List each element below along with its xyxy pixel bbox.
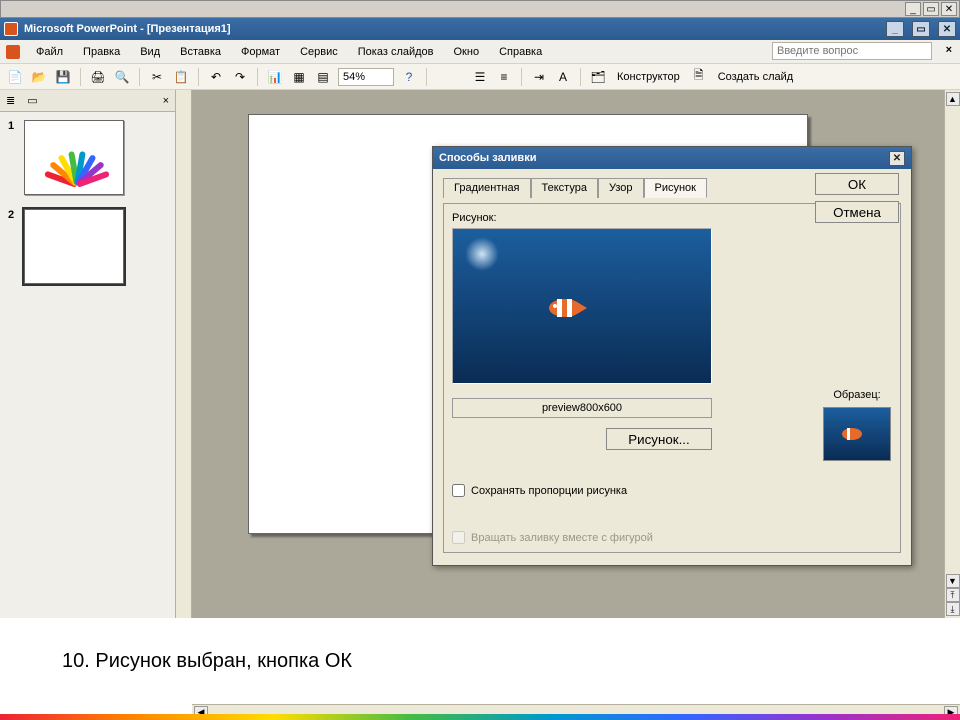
tables-grid-icon[interactable]: ▤	[314, 68, 332, 86]
font-size-up-icon[interactable]: A	[554, 68, 572, 86]
window-minimize-button[interactable]: _	[886, 21, 904, 37]
lock-aspect-checkbox[interactable]: Сохранять пропорции рисунка	[452, 484, 892, 497]
menu-window[interactable]: Окно	[446, 43, 488, 61]
scroll-down-icon[interactable]: ▼	[946, 574, 960, 588]
tab-pattern[interactable]: Узор	[598, 178, 644, 198]
menu-slideshow[interactable]: Показ слайдов	[350, 43, 442, 61]
menu-format[interactable]: Формат	[233, 43, 288, 61]
sample-swatch	[823, 407, 891, 461]
menu-insert[interactable]: Вставка	[172, 43, 229, 61]
tab-outline[interactable]: ≣	[6, 94, 15, 107]
new-slide-button[interactable]: Создать слайд	[714, 71, 797, 83]
slide-thumbnail-1[interactable]	[24, 120, 124, 195]
thumb-row-1: 1	[8, 120, 167, 195]
window-close-button[interactable]: ✕	[938, 21, 956, 37]
dialog-title: Способы заливки	[439, 152, 536, 164]
sample-label: Образец:	[833, 389, 880, 401]
sys-close-button[interactable]: ✕	[941, 2, 957, 16]
menu-help[interactable]: Справка	[491, 43, 550, 61]
dialog-close-button[interactable]: ✕	[889, 151, 905, 166]
select-picture-button[interactable]: Рисунок...	[606, 428, 712, 450]
increase-indent-icon[interactable]: ⇥	[530, 68, 548, 86]
prev-slide-icon[interactable]: ⤒	[946, 588, 960, 602]
cut-icon[interactable]: ✂	[148, 68, 166, 86]
standard-toolbar: 📄 📂 💾 🖨 🔍 ✂ 📋 ↶ ↷ 📊 ▦ ▤ 54% ? ☰ ≡ ⇥ A 🗂 …	[0, 64, 960, 90]
slide-caption: 10. Рисунок выбран, кнопка ОК	[62, 650, 352, 673]
rainbow-footer	[0, 714, 960, 720]
tab-picture[interactable]: Рисунок	[644, 178, 708, 198]
fill-effects-dialog: Способы заливки ✕ Градиентная Текстура У…	[432, 146, 912, 566]
open-icon[interactable]: 📂	[30, 68, 48, 86]
paste-icon[interactable]: 📋	[172, 68, 190, 86]
dialog-titlebar: Способы заливки ✕	[433, 147, 911, 169]
rotate-fill-input	[452, 531, 465, 544]
thumb-number: 1	[8, 120, 18, 195]
design-icon[interactable]: 🗂	[589, 68, 607, 86]
menu-view[interactable]: Вид	[132, 43, 168, 61]
tab-slides[interactable]: ▭	[27, 94, 37, 107]
picture-preview	[452, 228, 712, 384]
redo-icon[interactable]: ↷	[231, 68, 249, 86]
bullets-icon[interactable]: ☰	[471, 68, 489, 86]
undo-icon[interactable]: ↶	[207, 68, 225, 86]
vertical-scrollbar[interactable]: ▲ ▼ ⤒ ⤓	[944, 90, 960, 618]
chart-icon[interactable]: 📊	[266, 68, 284, 86]
window-maximize-button[interactable]: ▭	[912, 21, 930, 37]
cancel-button[interactable]: Отмена	[815, 201, 899, 223]
app-title: Microsoft PowerPoint - [Презентация1]	[24, 23, 231, 35]
app-titlebar: Microsoft PowerPoint - [Презентация1] _ …	[0, 18, 960, 40]
outline-tabs: ≣ ▭ ×	[0, 90, 175, 112]
save-icon[interactable]: 💾	[54, 68, 72, 86]
fish-graphic	[543, 295, 589, 321]
next-slide-icon[interactable]: ⤓	[946, 602, 960, 616]
zoom-combo[interactable]: 54%	[338, 68, 394, 86]
help-icon[interactable]: ?	[400, 68, 418, 86]
ok-button[interactable]: ОК	[815, 173, 899, 195]
lock-aspect-input[interactable]	[452, 484, 465, 497]
picture-filename: preview800x600	[452, 398, 712, 418]
doc-close-button[interactable]: ×	[946, 44, 952, 56]
ask-question-input[interactable]	[772, 42, 932, 60]
dialog-side-column: ОК Отмена Образец:	[811, 173, 903, 461]
menu-bar: Файл Правка Вид Вставка Формат Сервис По…	[0, 40, 960, 64]
rotate-fill-label: Вращать заливку вместе с фигурой	[471, 532, 653, 544]
ruler-gutter	[176, 90, 192, 618]
slides-thumbnails: 1 2	[0, 112, 175, 618]
slide-thumbnail-2[interactable]	[24, 209, 124, 284]
desktop-system-bar: _ ▭ ✕	[0, 0, 960, 18]
control-menu-icon[interactable]	[6, 45, 20, 59]
app-icon	[4, 22, 18, 36]
preview-icon[interactable]: 🔍	[113, 68, 131, 86]
scroll-up-icon[interactable]: ▲	[946, 92, 960, 106]
menu-file[interactable]: Файл	[28, 43, 71, 61]
outline-panel: ≣ ▭ × 1	[0, 90, 176, 618]
tab-texture[interactable]: Текстура	[531, 178, 598, 198]
new-doc-icon[interactable]: 📄	[6, 68, 24, 86]
sys-minimize-button[interactable]: _	[905, 2, 921, 16]
print-icon[interactable]: 🖨	[89, 68, 107, 86]
design-button[interactable]: Конструктор	[613, 71, 684, 83]
thumb-row-2: 2	[8, 209, 167, 284]
table-icon[interactable]: ▦	[290, 68, 308, 86]
lock-aspect-label: Сохранять пропорции рисунка	[471, 485, 627, 497]
new-slide-icon[interactable]: 🗎	[690, 68, 708, 86]
tab-gradient[interactable]: Градиентная	[443, 178, 531, 198]
light-ray-decor	[465, 237, 499, 271]
menu-tools[interactable]: Сервис	[292, 43, 346, 61]
outline-close-button[interactable]: ×	[163, 95, 169, 107]
rotate-fill-checkbox: Вращать заливку вместе с фигурой	[452, 531, 892, 544]
sys-restore-button[interactable]: ▭	[923, 2, 939, 16]
thumb-number: 2	[8, 209, 18, 284]
numbering-icon[interactable]: ≡	[495, 68, 513, 86]
menu-edit[interactable]: Правка	[75, 43, 128, 61]
